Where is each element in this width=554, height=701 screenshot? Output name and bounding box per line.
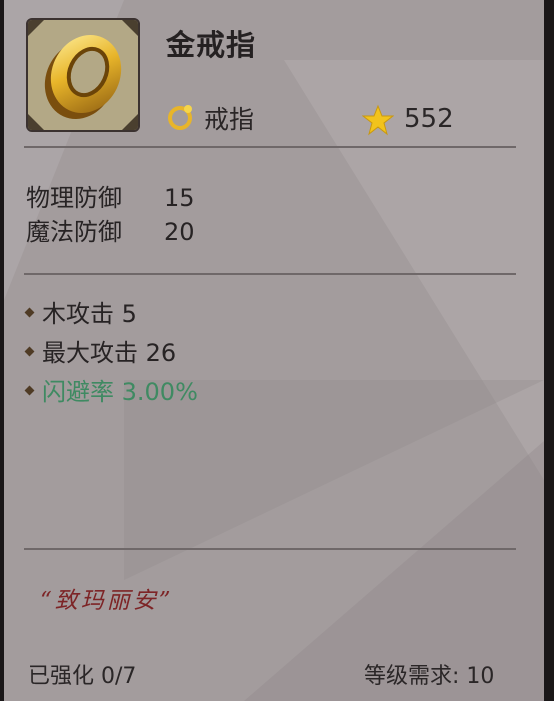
attribute-text: 最大攻击 26 (42, 339, 177, 367)
item-type-label: 戒指 (204, 105, 255, 134)
stat-label: 物理防御 (26, 184, 122, 212)
enhance-level: 已强化 0/7 (28, 664, 137, 689)
attribute-text: 闪避率 3.00% (42, 378, 198, 406)
divider (24, 273, 516, 275)
bullet-diamond-icon (24, 346, 35, 356)
gold-ring-icon (44, 35, 122, 119)
stat-value: 20 (164, 218, 195, 246)
attribute-row: 木攻击 5 (24, 294, 137, 329)
attribute-text: 木攻击 5 (42, 300, 137, 328)
stat-value: 15 (164, 184, 195, 212)
attribute-row: 最大攻击 26 (24, 333, 177, 368)
attribute-row-special: 闪避率 3.00% (24, 372, 198, 407)
item-score: 552 (404, 104, 454, 134)
stat-label: 魔法防御 (26, 218, 122, 246)
stat-physical-defense: 物理防御 15 (26, 178, 195, 213)
item-name: 金戒指 (166, 28, 257, 62)
star-icon (362, 104, 394, 136)
flavor-text: “致玛丽安” (40, 588, 174, 614)
stat-magic-defense: 魔法防御 20 (26, 212, 195, 247)
ring-type-icon (168, 105, 192, 130)
item-tooltip-panel: 金戒指 戒指 552 物理防御 15 魔法防御 20 木攻击 5 最大攻击 26 闪… (4, 0, 544, 701)
level-requirement: 等级需求: 10 (364, 664, 495, 689)
bullet-diamond-icon (24, 307, 35, 317)
item-icon-frame (26, 18, 140, 132)
bullet-diamond-icon (24, 385, 35, 395)
divider (24, 548, 516, 550)
divider (24, 146, 516, 148)
